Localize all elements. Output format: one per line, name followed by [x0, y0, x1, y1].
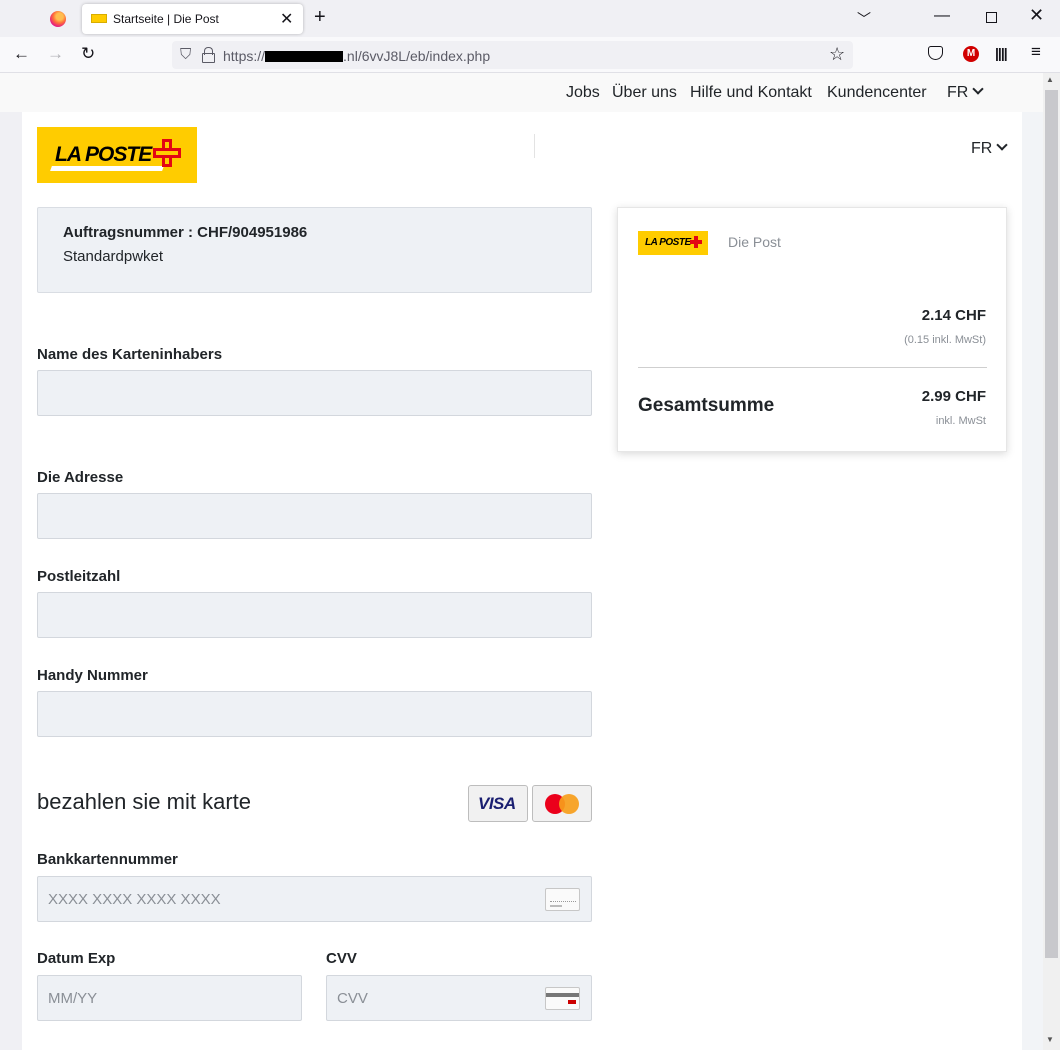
card-back-cvv-icon	[545, 987, 580, 1010]
new-tab-icon[interactable]: +	[314, 6, 326, 29]
tab-title: Startseite | Die Post	[113, 12, 219, 26]
order-type: Standardpwket	[63, 248, 164, 265]
tracking-shield-icon[interactable]: ⛉	[180, 46, 191, 63]
order-number: Auftragsnummer : CHF/904951986	[63, 224, 308, 241]
nav-link-help[interactable]: Hilfe und Kontakt	[690, 84, 812, 102]
scroll-down-icon[interactable]: ▼	[1046, 1035, 1054, 1044]
address-label: Die Adresse	[37, 469, 124, 486]
back-icon[interactable]: ←	[13, 44, 30, 64]
scroll-up-icon[interactable]: ▲	[1046, 75, 1054, 84]
lock-icon[interactable]	[202, 47, 215, 63]
forward-icon[interactable]: →	[47, 44, 64, 64]
zip-label: Postleitzahl	[37, 568, 121, 585]
scrollbar-thumb[interactable]	[1045, 90, 1058, 958]
minimize-icon[interactable]: —	[934, 7, 950, 25]
chevron-down-icon	[996, 139, 1008, 151]
language-select[interactable]: FR	[971, 139, 1008, 158]
chevron-down-icon	[972, 83, 984, 95]
pocket-icon[interactable]	[928, 46, 943, 60]
browser-tab-bar: Startseite | Die Post ✕ + ﹀ — ✕	[0, 0, 1060, 37]
browser-nav-bar: ← → ↻ ⛉ https://.nl/6vvJ8L/eb/index.php …	[0, 37, 1060, 73]
nav-link-about[interactable]: Über uns	[612, 84, 677, 102]
swiss-cross-icon	[153, 139, 181, 167]
total-tax-note: inkl. MwSt	[935, 415, 986, 427]
maximize-icon[interactable]	[986, 12, 997, 23]
nav-link-jobs[interactable]: Jobs	[566, 84, 600, 102]
total-label: Gesamtsumme	[638, 395, 775, 416]
reload-icon[interactable]: ↻	[81, 44, 95, 64]
extension-m-icon[interactable]: M	[963, 46, 979, 62]
phone-label: Handy Nummer	[37, 667, 148, 684]
top-utility-nav: Jobs Über uns Hilfe und Kontakt Kundence…	[0, 73, 1043, 112]
redacted-domain	[265, 51, 344, 62]
phone-input[interactable]	[37, 691, 592, 737]
cardholder-name-label: Name des Karteninhabers	[37, 346, 223, 363]
small-logo-text: LA POSTE	[645, 237, 691, 248]
library-icon[interactable]: ||||	[995, 45, 1008, 61]
mastercard-badge	[532, 785, 592, 822]
expiry-label: Datum Exp	[37, 950, 116, 967]
summary-divider	[638, 367, 987, 368]
total-amount: 2.99 CHF	[921, 388, 986, 405]
menu-icon[interactable]: ≡	[1031, 42, 1041, 62]
pay-by-card-heading: bezahlen sie mit karte	[37, 789, 251, 814]
browser-tab-active[interactable]: Startseite | Die Post ✕	[82, 4, 303, 34]
firefox-logo-icon[interactable]	[50, 11, 66, 27]
close-window-icon[interactable]: ✕	[1029, 5, 1044, 26]
address-input[interactable]	[37, 493, 592, 539]
nav-link-customer-center[interactable]: Kundencenter	[827, 84, 927, 102]
card-number-label: Bankkartennummer	[37, 851, 178, 868]
order-summary-card: LA POSTE Die Post 2.14 CHF (0.15 inkl. M…	[617, 207, 1007, 452]
card-number-input[interactable]	[37, 876, 592, 922]
expiry-input[interactable]	[37, 975, 302, 1021]
close-tab-icon[interactable]: ✕	[280, 9, 293, 29]
url-text[interactable]: https://.nl/6vvJ8L/eb/index.php	[223, 48, 490, 64]
bookmark-star-icon[interactable]: ☆	[829, 44, 845, 65]
header-divider	[534, 134, 535, 158]
order-info-box: Auftragsnummer : CHF/904951986 Standardp…	[37, 207, 592, 293]
la-poste-logo[interactable]: LA POSTE	[37, 127, 197, 183]
logo-text: LA POSTE	[55, 143, 152, 166]
list-tabs-icon[interactable]: ﹀	[857, 9, 871, 29]
cardholder-name-input[interactable]	[37, 370, 592, 416]
visa-logo-icon: VISA	[478, 794, 516, 813]
post-favicon-icon	[91, 14, 107, 23]
subtotal-amount: 2.14 CHF	[921, 307, 986, 324]
url-bar[interactable]: ⛉ https://.nl/6vvJ8L/eb/index.php ☆	[172, 41, 853, 69]
la-poste-small-logo: LA POSTE	[638, 231, 708, 255]
language-select-top[interactable]: FR	[947, 83, 984, 102]
merchant-name: Die Post	[728, 234, 781, 250]
page-side-rail	[1022, 112, 1043, 1050]
subtotal-tax-note: (0.15 inkl. MwSt)	[904, 334, 986, 346]
visa-badge: VISA	[468, 785, 528, 822]
cvv-label: CVV	[326, 950, 357, 967]
zip-input[interactable]	[37, 592, 592, 638]
swiss-cross-icon	[690, 236, 702, 248]
credit-card-icon	[545, 888, 580, 911]
